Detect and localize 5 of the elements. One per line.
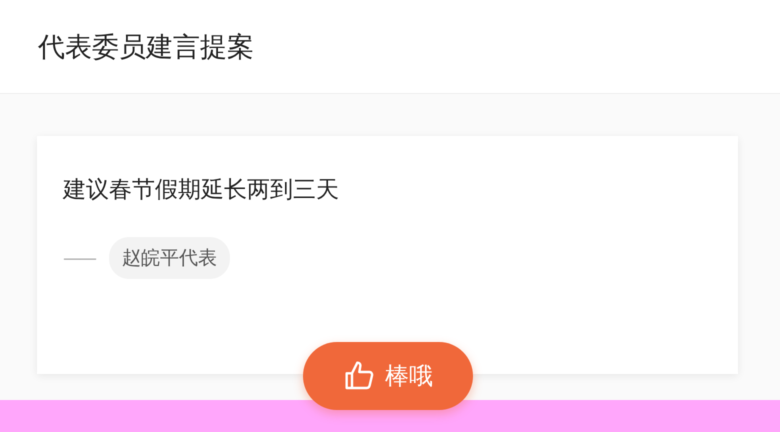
author-tag: 赵皖平代表 [109, 237, 230, 279]
author-dash: —— [63, 248, 95, 268]
page-title: 代表委员建言提案 [38, 30, 254, 64]
like-button[interactable]: 棒哦 [303, 342, 473, 410]
proposal-title: 建议春节假期延长两到三天 [63, 176, 340, 205]
